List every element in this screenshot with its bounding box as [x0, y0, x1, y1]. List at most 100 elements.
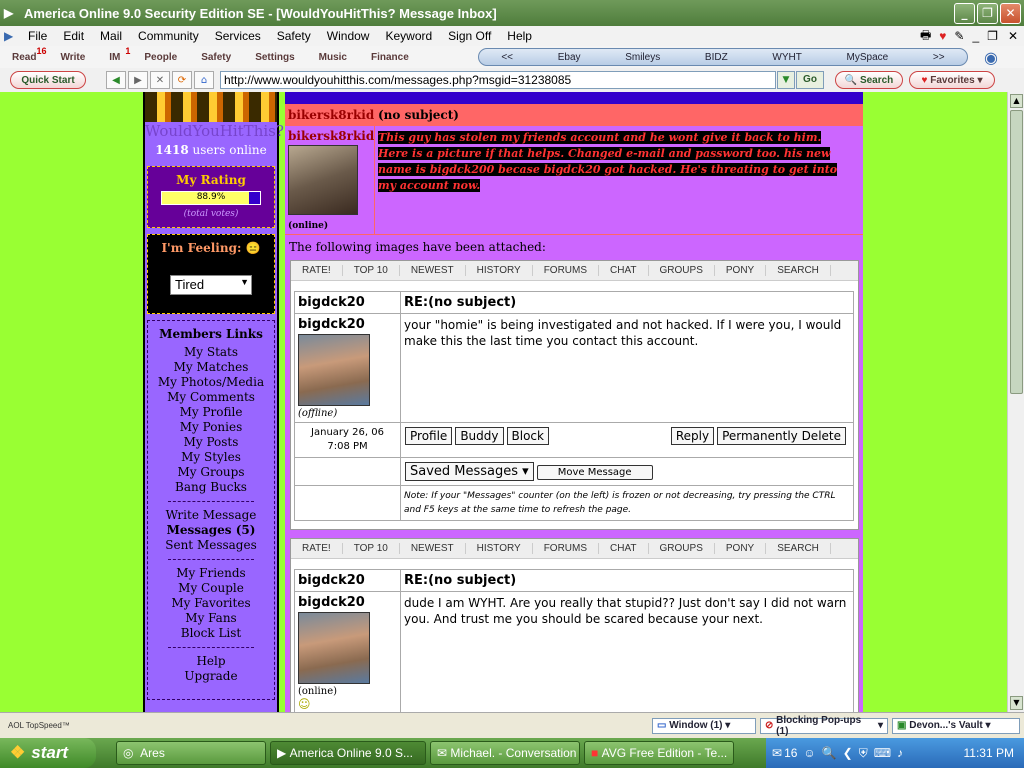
link-my-friends[interactable]: My Friends — [148, 566, 274, 581]
link-my-matches[interactable]: My Matches — [148, 360, 274, 375]
tray-shield-icon[interactable]: ⛨ — [859, 746, 868, 761]
menu-mail[interactable]: Mail — [92, 29, 130, 43]
popup-blocker-button[interactable]: ⊘ Blocking Pop-ups (1) ▾ — [760, 715, 888, 737]
buddy-button[interactable]: Buddy — [455, 427, 504, 445]
tab-rate[interactable]: RATE! — [291, 265, 343, 276]
tab-history[interactable]: HISTORY — [466, 265, 533, 276]
people-button[interactable]: People — [132, 52, 189, 63]
url-dropdown-button[interactable]: ▼ — [777, 71, 795, 89]
vertical-scrollbar[interactable]: ▲ ▼ — [1007, 92, 1024, 712]
tab-chat[interactable]: CHAT — [599, 543, 649, 554]
mail-tray-icon[interactable]: ✉ — [772, 746, 782, 760]
task-aol[interactable]: ▶ America Online 9.0 S... — [270, 741, 426, 765]
inner-minimize-button[interactable]: _ — [968, 29, 983, 43]
menu-window[interactable]: Window — [319, 29, 378, 43]
reply2-user[interactable]: bigdck20 — [298, 595, 397, 610]
search-button[interactable]: 🔍 Search — [835, 71, 903, 89]
link-my-couple[interactable]: My Couple — [148, 581, 274, 596]
move-message-button[interactable]: Move Message — [536, 465, 653, 480]
read-button[interactable]: Read 16 — [0, 46, 48, 63]
menu-file[interactable]: File — [20, 29, 55, 43]
address-input[interactable] — [220, 71, 776, 89]
original-sender[interactable]: bikersk8rkid — [285, 104, 375, 126]
quick-start-button[interactable]: Quick Start — [10, 71, 86, 89]
safety-button[interactable]: Safety — [189, 52, 243, 63]
stop-button[interactable]: ✕ — [150, 71, 170, 89]
tab-pony[interactable]: PONY — [715, 265, 767, 276]
reply2-from[interactable]: bigdck20 — [294, 569, 401, 592]
tab-groups[interactable]: GROUPS — [649, 265, 715, 276]
tab-top10[interactable]: TOP 10 — [343, 265, 400, 276]
refresh-button[interactable]: ⟳ — [172, 71, 192, 89]
home-icon[interactable]: ⌂ — [194, 71, 214, 89]
feeling-select[interactable]: Tired ▼ — [170, 275, 252, 295]
block-button[interactable]: Block — [506, 427, 549, 445]
link-my-comments[interactable]: My Comments — [148, 390, 274, 405]
music-button[interactable]: Music — [307, 52, 359, 63]
tab-top10[interactable]: TOP 10 — [343, 543, 400, 554]
reply-button[interactable]: Reply — [670, 427, 715, 445]
fav-wyht[interactable]: WYHT — [772, 52, 801, 63]
tab-search[interactable]: SEARCH — [766, 265, 831, 276]
menu-community[interactable]: Community — [130, 29, 207, 43]
settings-button[interactable]: Settings — [243, 52, 306, 63]
original-sender-photo[interactable] — [288, 145, 358, 215]
task-ares[interactable]: ◎ Ares — [116, 741, 266, 765]
vault-button[interactable]: ▣ Devon...'s Vault ▾ — [892, 717, 1020, 734]
fav-myspace[interactable]: MySpace — [847, 52, 889, 63]
link-my-profile[interactable]: My Profile — [148, 405, 274, 420]
reply1-from[interactable]: bigdck20 — [294, 291, 401, 314]
task-avg[interactable]: ■ AVG Free Edition - Te... — [584, 741, 734, 765]
reply1-user-photo[interactable] — [298, 334, 370, 406]
link-block-list[interactable]: Block List — [148, 626, 274, 641]
fav-smileys[interactable]: Smileys — [625, 52, 660, 63]
scroll-thumb[interactable] — [1010, 110, 1023, 394]
tab-forums[interactable]: FORUMS — [533, 543, 600, 554]
write-button[interactable]: Write — [48, 52, 97, 63]
im-button[interactable]: IM 1 — [97, 46, 132, 63]
tray-volume-icon[interactable]: ♪ — [897, 746, 903, 760]
task-conversation[interactable]: ✉ Michael. - Conversation — [430, 741, 580, 765]
start-button[interactable]: ❖ start — [0, 738, 96, 768]
fav-scroll-right-icon[interactable]: >> — [933, 52, 945, 63]
print-icon[interactable]: 🖶 — [916, 26, 935, 47]
link-my-favorites[interactable]: My Favorites — [148, 596, 274, 611]
tab-search[interactable]: SEARCH — [766, 543, 831, 554]
link-messages[interactable]: Messages (5) — [148, 523, 274, 538]
forward-button[interactable]: ▶ — [128, 71, 148, 89]
aol-globe-icon[interactable]: ◉ — [984, 48, 998, 67]
tab-pony[interactable]: PONY — [715, 543, 767, 554]
permanently-delete-button[interactable]: Permanently Delete — [717, 427, 846, 445]
tools-icon[interactable]: ✎ — [950, 29, 968, 43]
reply2-user-photo[interactable] — [298, 612, 370, 684]
tray-search-icon[interactable]: 🔍 — [822, 746, 837, 760]
tab-rate[interactable]: RATE! — [291, 543, 343, 554]
profile-button[interactable]: Profile — [405, 427, 453, 445]
fav-scroll-left-icon[interactable]: << — [501, 52, 513, 63]
tab-history[interactable]: HISTORY — [466, 543, 533, 554]
tab-newest[interactable]: NEWEST — [400, 543, 466, 554]
inner-restore-button[interactable]: ❐ — [983, 29, 1002, 43]
folder-select[interactable]: Saved Messages ▾ — [405, 462, 534, 481]
link-sent-messages[interactable]: Sent Messages — [148, 538, 274, 553]
menu-services[interactable]: Services — [207, 29, 269, 43]
heart-icon[interactable]: ♥ — [935, 29, 950, 43]
close-button[interactable]: ✕ — [1000, 2, 1021, 24]
reply1-user[interactable]: bigdck20 — [298, 317, 397, 332]
link-my-photos[interactable]: My Photos/Media — [148, 375, 274, 390]
menu-keyword[interactable]: Keyword — [377, 29, 440, 43]
scroll-up-icon[interactable]: ▲ — [1010, 94, 1023, 108]
tray-chevron-icon[interactable]: ❮ — [843, 746, 853, 760]
window-menu-button[interactable]: ▭ Window (1) ▾ — [652, 717, 756, 734]
link-bang-bucks[interactable]: Bang Bucks — [148, 480, 274, 495]
link-help[interactable]: Help — [148, 654, 274, 669]
tab-newest[interactable]: NEWEST — [400, 265, 466, 276]
menu-edit[interactable]: Edit — [55, 29, 92, 43]
fav-ebay[interactable]: Ebay — [558, 52, 581, 63]
link-write-message[interactable]: Write Message — [148, 508, 274, 523]
link-my-groups[interactable]: My Groups — [148, 465, 274, 480]
go-button[interactable]: Go — [796, 71, 824, 89]
tab-groups[interactable]: GROUPS — [649, 543, 715, 554]
link-my-stats[interactable]: My Stats — [148, 345, 274, 360]
link-my-styles[interactable]: My Styles — [148, 450, 274, 465]
